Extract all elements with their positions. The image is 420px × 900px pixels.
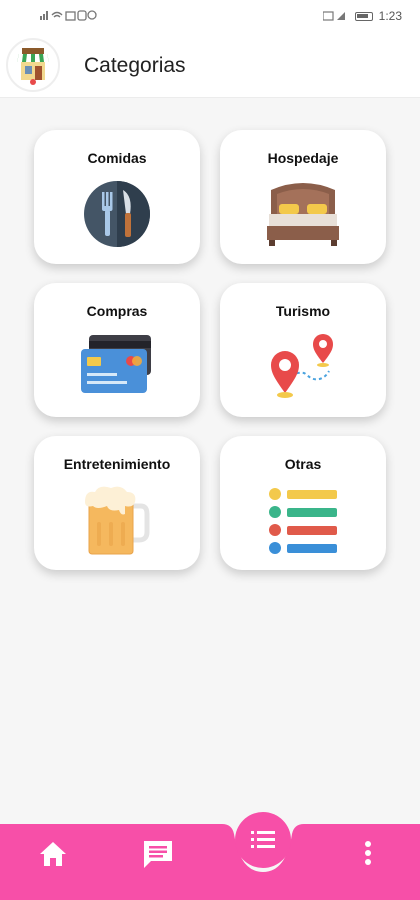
credit-card-icon (81, 335, 151, 393)
bed-icon (267, 183, 339, 246)
store-logo-icon (6, 38, 60, 92)
home-icon[interactable] (38, 840, 68, 873)
more-vert-icon[interactable] (358, 838, 378, 873)
chat-icon[interactable] (142, 838, 174, 875)
category-card-turismo[interactable]: Turismo (220, 283, 386, 417)
beer-mug-icon (85, 486, 150, 555)
battery-icon (354, 11, 373, 21)
category-label: Hospedaje (267, 150, 339, 166)
category-label: Otras (284, 456, 322, 472)
category-label: Turismo (275, 303, 331, 319)
list-icon (269, 488, 337, 554)
app-bar: Categorias (0, 32, 420, 98)
category-label: Comidas (87, 150, 147, 166)
list-fab-icon (251, 831, 275, 848)
page-title: Categorias (84, 54, 186, 77)
category-card-compras[interactable]: Compras (34, 283, 200, 417)
status-time: 1:23 (378, 9, 402, 23)
map-route-icon (271, 334, 333, 398)
list-fab-button[interactable] (235, 812, 291, 868)
fork-knife-icon (84, 181, 150, 247)
notification-icons (40, 10, 97, 21)
signal-icon (322, 11, 345, 21)
category-label: Compras (86, 303, 148, 319)
status-icons-right: 1:23 (322, 9, 402, 23)
category-card-entretenimiento[interactable]: Entretenimiento (34, 436, 200, 570)
status-icons-left (40, 9, 100, 21)
category-card-otras[interactable]: Otras (220, 436, 386, 570)
category-card-hospedaje[interactable]: Hospedaje (220, 130, 386, 264)
category-label: Entretenimiento (63, 456, 171, 472)
category-card-comidas[interactable]: Comidas (34, 130, 200, 264)
status-bar: 1:23 (0, 0, 420, 32)
